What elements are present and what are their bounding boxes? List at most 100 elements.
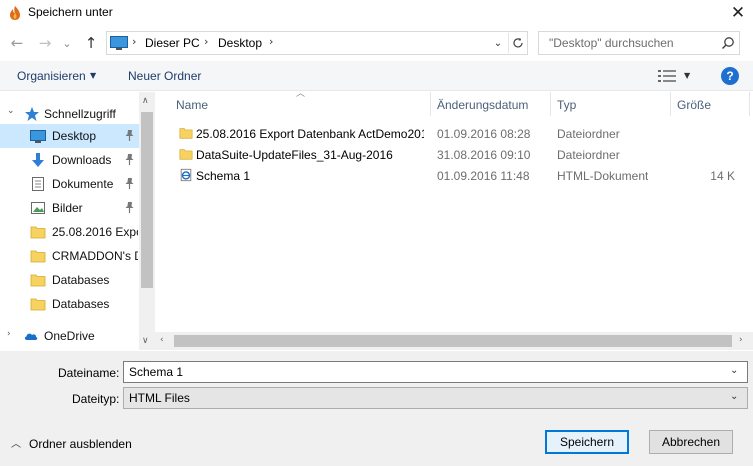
column-header-date[interactable]: Änderungsdatum — [437, 98, 528, 112]
nav-scrollbar-thumb[interactable] — [141, 112, 153, 288]
view-options-icon[interactable] — [658, 70, 676, 82]
file-row[interactable]: 25.08.2016 Export Datenbank ActDemo2016 … — [155, 123, 753, 144]
pin-icon[interactable] — [124, 177, 135, 190]
file-row[interactable]: DataSuite-UpdateFiles_31-Aug-2016 31.08.… — [155, 144, 753, 165]
help-button[interactable]: ? — [721, 67, 739, 85]
refresh-button[interactable] — [508, 33, 527, 53]
new-folder-button[interactable]: Neuer Ordner — [128, 69, 201, 83]
search-box[interactable]: "Desktop" durchsuchen — [538, 31, 740, 55]
scroll-right-icon[interactable]: › — [739, 335, 743, 345]
refresh-icon — [513, 37, 523, 48]
cancel-button[interactable]: Abbrechen — [649, 430, 733, 454]
search-icon[interactable] — [721, 36, 735, 50]
navigation-pane: ⌄ Schnellzugriff Desktop Downloads Dokum… — [0, 92, 155, 350]
breadcrumb-separator-icon[interactable]: › — [132, 35, 136, 48]
tree-item-label: Downloads — [52, 153, 112, 167]
tree-item-label: Desktop — [52, 129, 97, 143]
scroll-up-icon[interactable]: ∧ — [142, 96, 149, 106]
folder-icon — [30, 250, 46, 263]
pin-icon[interactable] — [124, 153, 135, 166]
column-divider[interactable] — [670, 92, 671, 116]
column-header-type[interactable]: Typ — [557, 98, 576, 112]
tree-item-folder[interactable]: Databases — [0, 268, 139, 292]
file-date: 01.09.2016 08:28 — [437, 127, 531, 141]
tree-item-desktop[interactable]: Desktop — [0, 124, 139, 148]
file-name: DataSuite-UpdateFiles_31-Aug-2016 — [196, 148, 393, 162]
command-bar: Organisieren ▼ Neuer Ordner ▼ ? — [0, 61, 753, 91]
folder-icon — [179, 149, 193, 160]
column-divider[interactable] — [430, 92, 431, 116]
filetype-label: Dateityp: — [72, 392, 120, 406]
documents-icon — [32, 177, 44, 191]
file-type: HTML-Dokument — [557, 169, 649, 183]
download-icon — [32, 153, 44, 167]
breadcrumb-this-pc[interactable]: Dieser PC — [145, 36, 200, 50]
file-size: 14 KB — [710, 169, 743, 183]
html-document-icon — [180, 168, 192, 182]
file-type: Dateiordner — [557, 148, 620, 162]
tree-item-label: Databases — [52, 297, 110, 311]
chevron-down-icon[interactable]: ⌄ — [7, 106, 15, 116]
save-button[interactable]: Speichern — [545, 430, 629, 454]
window-title: Speichern unter — [28, 5, 113, 19]
file-list-scrollbar[interactable] — [736, 116, 753, 332]
up-button[interactable]: ↑ — [80, 32, 102, 54]
forward-button[interactable]: → — [34, 32, 56, 54]
tree-item-label: Databases — [52, 273, 110, 287]
tree-item-label: CRMADDON's Datenbank — [52, 249, 138, 263]
scroll-down-icon[interactable]: ∨ — [142, 336, 149, 346]
chevron-down-icon[interactable]: ▼ — [90, 71, 96, 80]
tree-item-pictures[interactable]: Bilder — [0, 196, 139, 220]
tree-item-label: Bilder — [52, 201, 83, 215]
filetype-value[interactable]: HTML Files — [129, 391, 190, 405]
app-flame-icon — [10, 6, 20, 20]
file-date: 31.08.2016 09:10 — [437, 148, 531, 162]
column-header-name[interactable]: Name — [176, 98, 208, 112]
file-type: Dateiordner — [557, 127, 620, 141]
chevron-down-icon[interactable]: ⌄ — [730, 365, 738, 376]
tree-item-onedrive[interactable]: › OneDrive — [0, 324, 139, 348]
folder-icon — [30, 226, 46, 239]
back-button[interactable]: ← — [6, 32, 28, 54]
chevron-up-icon[interactable]: ︿ — [11, 435, 21, 450]
pin-icon[interactable] — [124, 201, 135, 214]
recent-locations-button[interactable]: ⌄ — [60, 32, 74, 54]
tree-item-label: Dokumente — [52, 177, 114, 191]
tree-item-quick-access[interactable]: ⌄ Schnellzugriff — [0, 102, 139, 126]
chevron-down-icon[interactable]: ⌄ — [730, 391, 738, 402]
tree-item-downloads[interactable]: Downloads — [0, 148, 139, 172]
address-bar[interactable]: › Dieser PC › Desktop › ⌄ — [106, 31, 528, 55]
filename-value[interactable]: Schema 1 — [129, 365, 183, 379]
tree-item-folder[interactable]: CRMADDON's Datenbank — [0, 244, 139, 268]
star-icon — [25, 107, 39, 121]
close-button[interactable]: ✕ — [726, 2, 750, 24]
tree-item-documents[interactable]: Dokumente — [0, 172, 139, 196]
column-header-size[interactable]: Größe — [677, 98, 711, 112]
pin-icon[interactable] — [124, 129, 135, 142]
sort-ascending-icon: ︿ — [296, 89, 306, 99]
tree-item-folder[interactable]: Databases — [0, 292, 139, 316]
search-placeholder[interactable]: "Desktop" durchsuchen — [549, 36, 674, 50]
cloud-icon — [24, 333, 38, 340]
filename-input[interactable]: Schema 1 ⌄ — [123, 361, 748, 383]
chevron-right-icon[interactable]: › — [7, 329, 11, 339]
organize-menu[interactable]: Organisieren — [17, 69, 86, 83]
scroll-left-icon[interactable]: ‹ — [160, 335, 164, 345]
filetype-select[interactable]: HTML Files ⌄ — [123, 387, 748, 409]
breadcrumb-separator-icon[interactable]: › — [269, 35, 273, 48]
title-bar: Speichern unter ✕ — [0, 0, 753, 26]
file-list-header: ︿ Name Änderungsdatum Typ Größe — [155, 89, 753, 116]
file-row[interactable]: Schema 1 01.09.2016 11:48 HTML-Dokument … — [155, 165, 753, 186]
tree-item-label: OneDrive — [44, 329, 95, 343]
chevron-down-icon[interactable]: ▼ — [684, 71, 690, 80]
breadcrumb-separator-icon[interactable]: › — [204, 35, 208, 48]
hide-folders-toggle[interactable]: Ordner ausblenden — [29, 437, 132, 451]
address-dropdown-icon[interactable]: ⌄ — [489, 34, 507, 52]
horizontal-scrollbar-thumb[interactable] — [174, 335, 732, 347]
column-divider[interactable] — [749, 92, 750, 116]
breadcrumb-desktop[interactable]: Desktop — [218, 36, 262, 50]
file-name: 25.08.2016 Export Datenbank ActDemo2016 — [196, 127, 424, 141]
column-divider[interactable] — [550, 92, 551, 116]
tree-item-folder[interactable]: 25.08.2016 Export Datenbank — [0, 220, 139, 244]
file-name: Schema 1 — [196, 169, 251, 183]
